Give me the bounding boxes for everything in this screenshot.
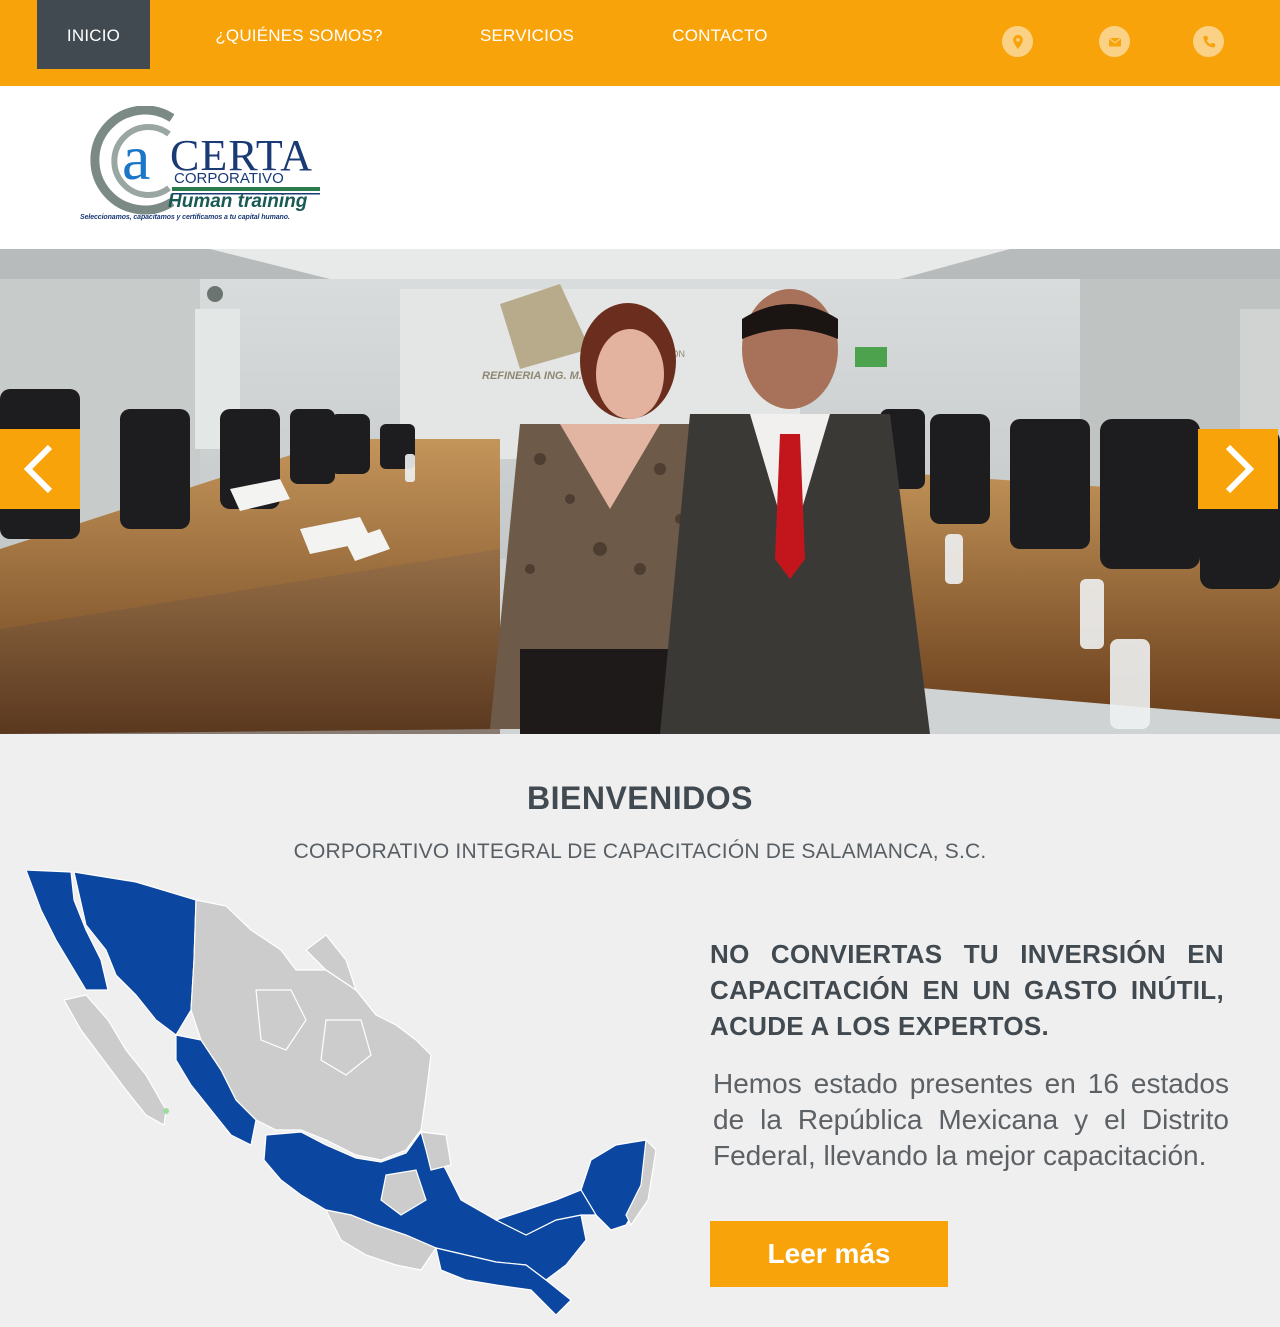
welcome-subtitle: CORPORATIVO INTEGRAL DE CAPACITACIÓN DE … — [293, 840, 987, 863]
logo-tagline: Seleccionamos, capacitamos y certificamo… — [80, 214, 290, 221]
logo-corporativo: CORPORATIVO — [174, 170, 284, 187]
nav-item-contacto[interactable]: CONTACTO — [660, 0, 780, 69]
main-body-text: Hemos estado presentes en 16 estados de … — [713, 1068, 1229, 1171]
nav-item-inicio[interactable]: INICIO — [37, 0, 150, 69]
hero-photo: EX NACION REFINERIA ING. M. AMOR — [0, 249, 1280, 734]
company-logo[interactable]: a CERTA CORPORATIVO Human training Selec… — [74, 105, 326, 228]
map-region-baja-sur — [63, 994, 167, 1126]
welcome-title: BIENVENIDOS — [527, 780, 753, 816]
chevron-right-icon — [1225, 444, 1255, 494]
nav-item-servicios[interactable]: SERVICIOS — [466, 0, 588, 69]
leer-mas-button[interactable]: Leer más — [710, 1221, 948, 1287]
logo-band: a CERTA CORPORATIVO Human training Selec… — [0, 86, 1280, 249]
hero-slider: EX NACION REFINERIA ING. M. AMOR — [0, 249, 1280, 734]
main-headline: NO CONVIERTAS TU INVERSIÓN EN CAPACITACI… — [710, 939, 1224, 1041]
chevron-left-icon — [23, 444, 53, 494]
top-navbar: INICIO ¿QUIÉNES SOMOS? SERVICIOS CONTACT… — [0, 0, 1280, 86]
phone-icon[interactable] — [1193, 26, 1224, 57]
location-icon[interactable] — [1002, 26, 1033, 57]
welcome-section: BIENVENIDOS CORPORATIVO INTEGRAL DE CAPA… — [0, 734, 1280, 1327]
nav-item-quienes-somos[interactable]: ¿QUIÉNES SOMOS? — [205, 0, 393, 69]
slider-next-button[interactable] — [1198, 429, 1278, 509]
slider-prev-button[interactable] — [0, 429, 80, 509]
envelope-icon[interactable] — [1099, 26, 1130, 57]
mexico-map — [26, 870, 656, 1315]
logo-letter: a — [122, 122, 151, 193]
logo-human-training: Human training — [168, 191, 308, 212]
